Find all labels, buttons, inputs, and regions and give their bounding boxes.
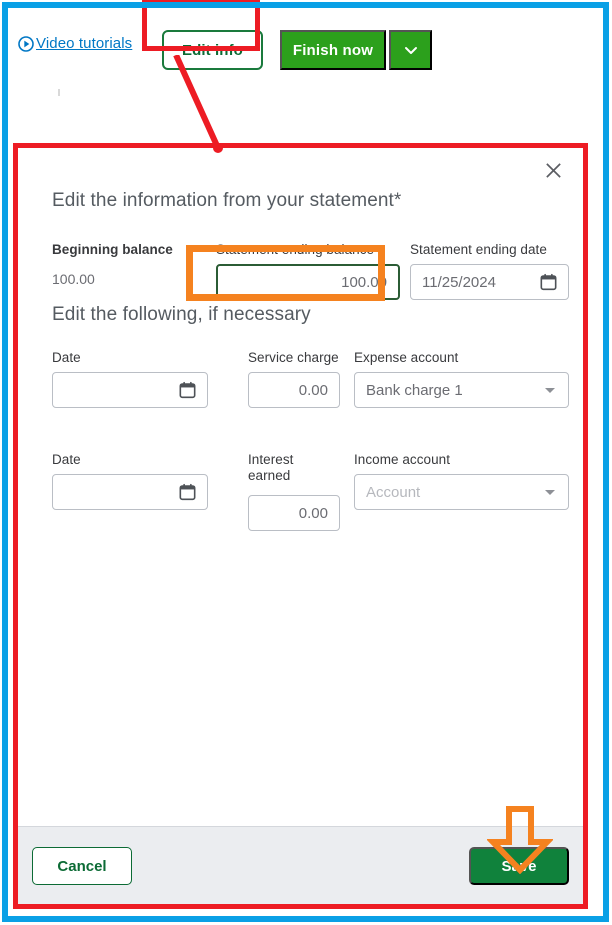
chevron-down-icon bbox=[402, 41, 420, 59]
service-charge-amount-label: Service charge bbox=[248, 350, 339, 365]
calendar-icon[interactable] bbox=[540, 273, 557, 291]
edit-info-label: Edit info bbox=[182, 41, 243, 59]
calendar-icon-svg bbox=[179, 483, 196, 501]
save-label: Save bbox=[501, 857, 537, 875]
statement-ending-balance-input[interactable]: 100.00 bbox=[216, 264, 400, 300]
play-circle-icon bbox=[18, 35, 34, 52]
edit-info-button[interactable]: Edit info bbox=[162, 30, 263, 70]
beginning-balance-field: Beginning balance 100.00 bbox=[52, 242, 202, 287]
dialog-footer: Cancel Save bbox=[18, 826, 583, 904]
edit-statement-dialog: Edit the information from your statement… bbox=[18, 148, 583, 904]
service-charge-date-label: Date bbox=[52, 350, 81, 365]
income-account-label: Income account bbox=[354, 452, 451, 467]
play-circle-icon-svg bbox=[18, 35, 34, 52]
chevron-down-icon[interactable] bbox=[543, 383, 557, 397]
interest-amount-input[interactable]: 0.00 bbox=[248, 495, 340, 531]
cancel-label: Cancel bbox=[57, 857, 107, 875]
save-button[interactable]: Save bbox=[469, 847, 569, 885]
statement-ending-date-label: Statement ending date bbox=[410, 242, 547, 257]
statement-ending-date-field: Statement ending date 11/25/2024 bbox=[410, 242, 569, 300]
optional-section-heading: Edit the following, if necessary bbox=[52, 304, 311, 325]
reconcile-toolbar: Video tutorials Edit info Finish now bbox=[14, 26, 594, 82]
service-charge-amount-field: Service charge 0.00 bbox=[248, 350, 340, 408]
statement-ending-balance-value: 100.00 bbox=[341, 273, 387, 291]
chevron-down-icon[interactable] bbox=[543, 485, 557, 499]
interest-amount-field: Interest earned 0.00 bbox=[248, 452, 340, 531]
interest-earned-row: Date Interest earned 0.00 Income account… bbox=[52, 452, 569, 542]
dialog-body: Edit the information from your statement… bbox=[18, 148, 583, 826]
service-charge-date-input[interactable] bbox=[52, 372, 208, 408]
video-tutorials-link[interactable]: Video tutorials bbox=[18, 35, 132, 52]
statement-ending-balance-field: Statement ending balance 100.00 bbox=[216, 242, 400, 300]
calendar-icon[interactable] bbox=[179, 483, 196, 501]
service-charge-amount-value: 0.00 bbox=[298, 381, 328, 399]
page-speck bbox=[58, 89, 60, 96]
finish-now-dropdown-button[interactable] bbox=[389, 30, 432, 70]
interest-date-input[interactable] bbox=[52, 474, 208, 510]
finish-now-label: Finish now bbox=[292, 41, 374, 59]
beginning-balance-value: 100.00 bbox=[52, 271, 95, 287]
calendar-icon-svg bbox=[179, 381, 196, 399]
beginning-balance-label: Beginning balance bbox=[52, 242, 173, 257]
chevron-down-icon-svg bbox=[545, 388, 555, 393]
expense-account-value: Bank charge 1 bbox=[366, 381, 463, 399]
service-charge-date-field: Date bbox=[52, 350, 208, 408]
chevron-down-icon-svg bbox=[545, 490, 555, 495]
expense-account-label: Expense account bbox=[354, 350, 459, 365]
expense-account-field: Expense account Bank charge 1 bbox=[354, 350, 569, 408]
statement-ending-balance-label: Statement ending balance bbox=[216, 242, 375, 257]
chevron-down-icon-svg bbox=[404, 47, 417, 54]
dialog-heading: Edit the information from your statement… bbox=[52, 190, 402, 211]
income-account-field: Income account Account bbox=[354, 452, 569, 510]
interest-date-field: Date bbox=[52, 452, 208, 510]
video-tutorials-label: Video tutorials bbox=[36, 35, 133, 52]
statement-ending-date-value: 11/25/2024 bbox=[422, 273, 496, 291]
statement-balances-row: Beginning balance 100.00 Statement endin… bbox=[52, 242, 569, 304]
income-account-placeholder: Account bbox=[366, 483, 421, 501]
statement-ending-date-input[interactable]: 11/25/2024 bbox=[410, 264, 569, 300]
interest-date-label: Date bbox=[52, 452, 81, 467]
finish-now-button[interactable]: Finish now bbox=[280, 30, 386, 70]
income-account-select[interactable]: Account bbox=[354, 474, 569, 510]
calendar-icon-svg bbox=[540, 273, 557, 291]
calendar-icon[interactable] bbox=[179, 381, 196, 399]
interest-amount-label: Interest earned bbox=[248, 452, 294, 483]
service-charge-amount-input[interactable]: 0.00 bbox=[248, 372, 340, 408]
expense-account-select[interactable]: Bank charge 1 bbox=[354, 372, 569, 408]
service-charge-row: Date Service charge 0.00 Expense account… bbox=[52, 350, 569, 424]
cancel-button[interactable]: Cancel bbox=[32, 847, 132, 885]
screenshot-root: Video tutorials Edit info Finish now Edi… bbox=[0, 0, 612, 925]
interest-amount-value: 0.00 bbox=[298, 504, 328, 522]
